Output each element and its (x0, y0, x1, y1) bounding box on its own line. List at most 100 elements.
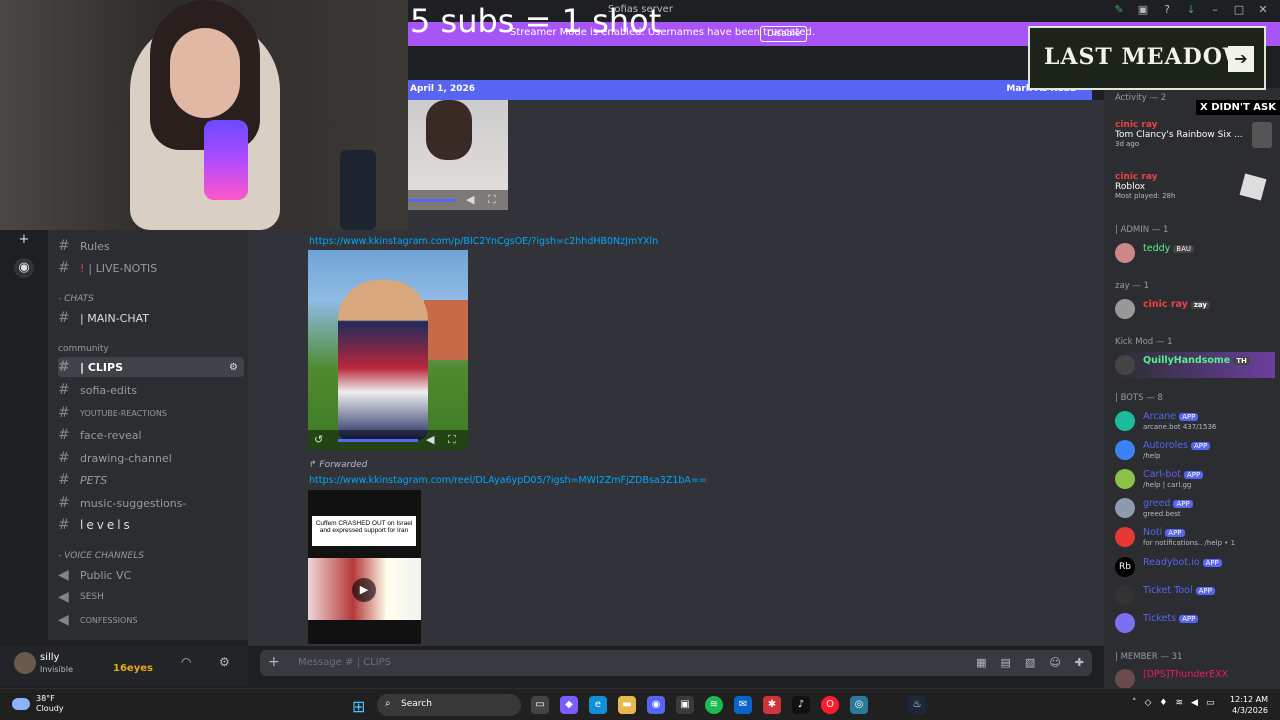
add-server-icon[interactable]: + (14, 230, 34, 250)
cloud-icon (12, 698, 30, 710)
channel-rules[interactable]: # Rules (58, 236, 244, 256)
channel-face-reveal[interactable]: # face-reveal (58, 425, 244, 445)
wifi-icon[interactable]: ≋ (1176, 698, 1184, 708)
volume-icon[interactable]: ◀ (426, 433, 434, 446)
member-bot[interactable]: Tickets APP (1115, 610, 1275, 636)
kick-mod-header: Kick Mod — 1 (1115, 337, 1173, 347)
mail-icon[interactable]: ✉ (734, 696, 752, 714)
member-bot[interactable]: Rb Readybot.io APP (1115, 554, 1275, 580)
app-icon[interactable]: ✱ (763, 696, 781, 714)
globe-icon[interactable]: ◎ (850, 696, 868, 714)
member-bot[interactable]: Carl-bot APP/help | carl.gg (1115, 466, 1275, 492)
discover-icon[interactable]: ◉ (14, 258, 34, 278)
minimize-icon[interactable]: – (1208, 3, 1222, 16)
video-controls[interactable]: ◀ ⛶ (408, 190, 508, 210)
channel-youtube-reactions[interactable]: # YOUTUBE-REACTIONS (58, 403, 244, 423)
member-bot[interactable]: greed APP greed.best (1115, 495, 1275, 521)
fullscreen-icon[interactable]: ⛶ (488, 193, 496, 207)
category-voice-channels[interactable]: - VOICE CHANNELS (58, 551, 144, 561)
opera-icon[interactable]: O (821, 696, 839, 714)
maximize-icon[interactable]: □ (1232, 3, 1246, 16)
fullscreen-icon[interactable]: ⛶ (448, 433, 456, 447)
video-progress[interactable] (408, 199, 456, 202)
message-input[interactable]: Message # | CLIPS (298, 657, 391, 668)
inbox-icon[interactable]: ▣ (1136, 3, 1150, 16)
gift-icon[interactable]: ▦ (976, 656, 986, 669)
activity-card[interactable]: cinic ray Tom Clancy's Rainbow Six ... 3… (1115, 120, 1275, 148)
channel-levels[interactable]: # levels (58, 515, 244, 535)
emoji-icon[interactable]: ☺ (1049, 656, 1060, 669)
channel-pets[interactable]: # PETS (58, 470, 244, 490)
play-icon[interactable]: ▶ (352, 578, 376, 602)
search-icon: ⌕ (385, 698, 391, 709)
weather-widget[interactable]: 38°F Cloudy (12, 694, 64, 714)
video-controls[interactable]: ↺ ◀ ⛶ (308, 430, 468, 450)
category-community[interactable]: community (58, 344, 109, 354)
image-attachment[interactable]: ◀ ⛶ (408, 100, 508, 210)
member-bot[interactable]: Ticket Tool APP (1115, 582, 1275, 608)
chevron-up-icon[interactable]: ˄ (1132, 698, 1137, 708)
headphones-icon[interactable]: ◠ (181, 655, 191, 669)
video-progress[interactable] (338, 439, 418, 442)
tiktok-icon[interactable]: ♪ (792, 696, 810, 714)
member-zay[interactable]: cinic ray zay (1115, 296, 1275, 322)
member-bot[interactable]: Noti APP for notifications.. /help • 1 (1115, 524, 1275, 550)
discord-icon[interactable]: ◉ (647, 696, 665, 714)
video-attachment[interactable]: ↺ ◀ ⛶ (308, 250, 468, 450)
nitro-icon[interactable]: ✎ (1112, 3, 1126, 16)
sticker-icon[interactable]: ▧ (1025, 656, 1035, 669)
member-bot[interactable]: Arcane APP arcane.bot 437/1536 (1115, 408, 1275, 434)
avatar: Rb (1115, 557, 1135, 577)
message-link[interactable]: https://www.kkinstagram.com/reel/DLAya6y… (309, 475, 707, 486)
settings-gear-icon[interactable]: ⚙ (219, 655, 230, 669)
gif-icon[interactable]: ▤ (1001, 656, 1011, 669)
apps-icon[interactable]: ✚ (1075, 656, 1084, 669)
channel-drawing-channel[interactable]: # drawing-channel (58, 448, 244, 468)
download-icon[interactable]: ↓ (1184, 3, 1198, 16)
voice-channel-confessions[interactable]: ◀ CONFESSIONS (58, 610, 244, 630)
channel-clips[interactable]: # | CLIPS ⚙ (58, 357, 244, 377)
steam-icon[interactable]: ♨ (908, 696, 926, 714)
network-icon[interactable]: ◇ (1145, 698, 1152, 708)
edge-icon[interactable]: e (589, 696, 607, 714)
message-link[interactable]: https://www.kkinstagram.com/p/BlC2YnCgsO… (309, 236, 658, 247)
battery-icon[interactable]: ▭ (1206, 698, 1215, 708)
store-icon[interactable]: ▣ (676, 696, 694, 714)
member-thunderexx[interactable]: [DPS]ThunderEXX (1115, 666, 1275, 688)
disable-streamer-mode-button[interactable]: Disable (760, 26, 808, 42)
help-icon[interactable]: ? (1160, 3, 1174, 16)
replay-icon[interactable]: ↺ (314, 433, 323, 446)
task-view-icon[interactable]: ▭ (531, 696, 549, 714)
windows-start-icon[interactable]: ⊞ (352, 697, 365, 716)
channel-live-notis[interactable]: #! | LIVE-NOTIS (58, 258, 244, 278)
file-explorer-icon[interactable]: ▬ (618, 696, 636, 714)
voice-channel-sesh[interactable]: ◀ SESH (58, 587, 244, 607)
category-chats[interactable]: - CHATS (58, 294, 94, 304)
spotify-icon[interactable]: ≋ (705, 696, 723, 714)
attach-icon[interactable]: + (268, 654, 280, 670)
channel-main-chat[interactable]: # | MAIN-CHAT (58, 308, 244, 328)
member-quilly[interactable]: QuillyHandsome TH (1115, 352, 1275, 378)
new-messages-bar[interactable]: April 1, 2026 Mark As Read (408, 80, 1092, 100)
alert-icon: ! (80, 261, 85, 275)
member-bot[interactable]: Autoroles APP/help (1115, 437, 1275, 463)
avatar (1115, 243, 1135, 263)
volume-icon[interactable]: ◀ (466, 193, 474, 206)
copilot-icon[interactable]: ◆ (560, 696, 578, 714)
volume-icon[interactable]: ◀ (1191, 698, 1198, 708)
message-composer[interactable]: + Message # | CLIPS ▦ ▤ ▧ ☺ ✚ (260, 650, 1092, 676)
webcam-overlay (0, 0, 408, 230)
video-attachment[interactable]: Cuffem CRASHED OUT on Israel and express… (308, 490, 421, 644)
member-teddy[interactable]: teddy BAU (1115, 240, 1275, 266)
microphone-icon[interactable]: ♦ (1159, 698, 1167, 708)
channel-sofia-edits[interactable]: # sofia-edits (58, 380, 244, 400)
avatar (1115, 299, 1135, 319)
voice-channel-public-vc[interactable]: ◀ Public VC (58, 565, 244, 585)
taskbar-clock[interactable]: 12:12 AM 4/3/2026 (1230, 694, 1268, 716)
taskbar-search[interactable]: ⌕ Search (377, 694, 521, 716)
close-icon[interactable]: ✕ (1256, 3, 1270, 16)
channel-music-suggestions[interactable]: # music-suggestions- (58, 493, 244, 513)
user-avatar[interactable] (14, 652, 36, 674)
channel-settings-icon[interactable]: ⚙ (229, 362, 238, 373)
avatar (1115, 498, 1135, 518)
